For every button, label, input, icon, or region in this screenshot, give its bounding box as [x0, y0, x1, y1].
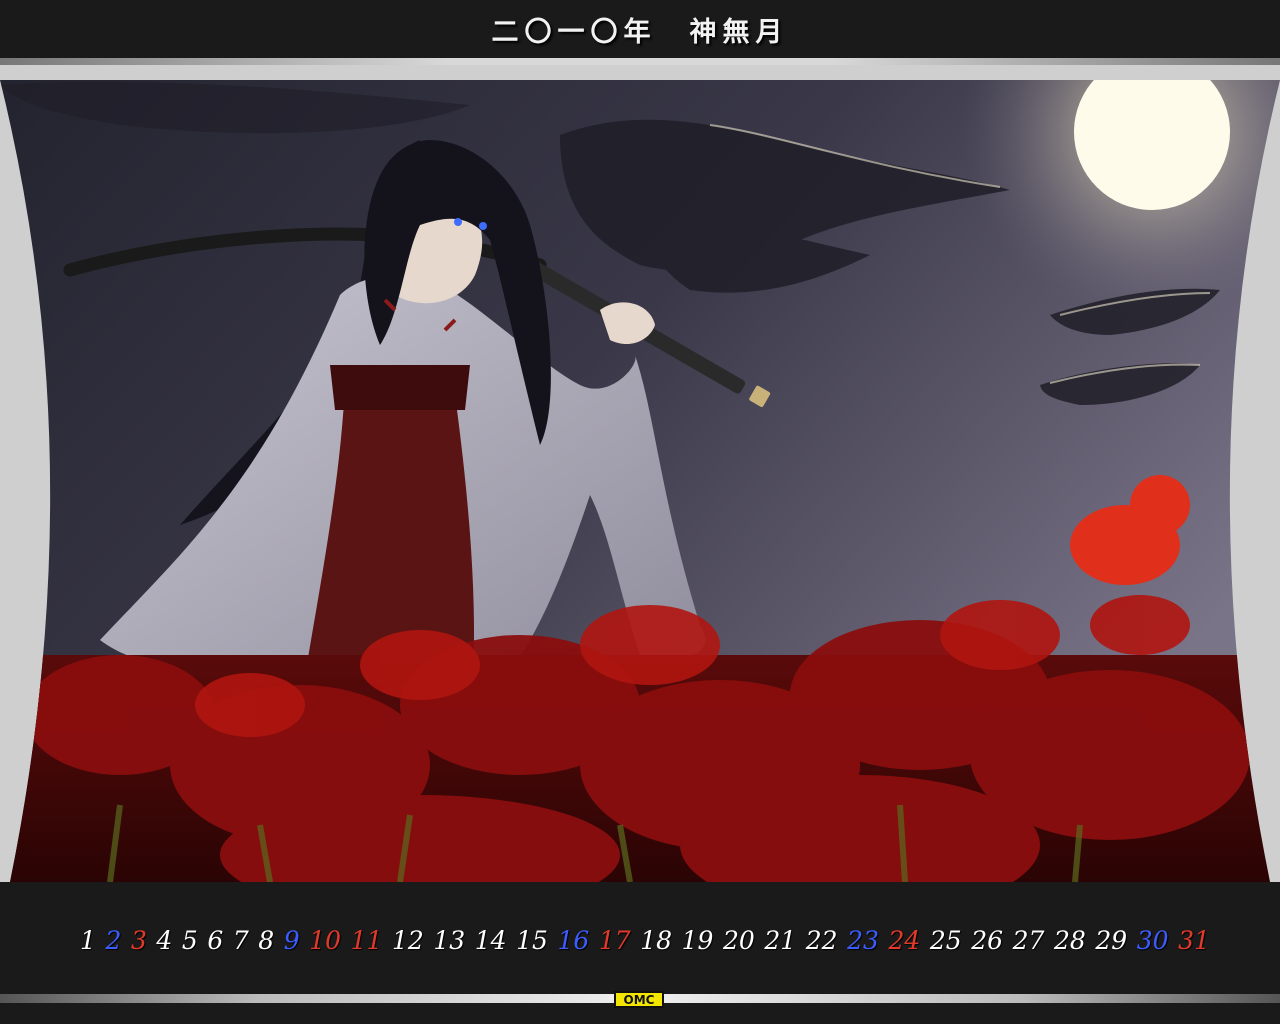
- calendar-date: 26: [971, 925, 1004, 955]
- calendar-date: 16: [557, 925, 590, 955]
- calendar-date: 27: [1012, 925, 1045, 955]
- calendar-date: 3: [130, 925, 147, 955]
- calendar-date: 6: [207, 925, 224, 955]
- logo-text: OMC: [623, 992, 655, 1007]
- page-title: 二〇一〇年 神無月: [491, 16, 789, 48]
- calendar-date: 29: [1095, 925, 1128, 955]
- calendar-date: 21: [764, 925, 797, 955]
- calendar-date: 22: [805, 925, 838, 955]
- calendar-date: 4: [156, 925, 173, 955]
- calendar-wallpaper: 二〇一〇年 神無月 1 2 3 4 5 6 7 8 9 10 11 12 13 …: [0, 0, 1280, 1024]
- calendar-date: 18: [640, 925, 673, 955]
- calendar-date: 8: [258, 925, 275, 955]
- omc-logo: OMC: [614, 991, 664, 1008]
- calendar-date: 10: [309, 925, 342, 955]
- calendar-date: 13: [433, 925, 466, 955]
- calendar-date: 7: [232, 925, 249, 955]
- calendar-date: 17: [598, 925, 631, 955]
- calendar-date: 5: [181, 925, 198, 955]
- calendar-date: 23: [847, 925, 879, 955]
- calendar-date: 25: [929, 925, 962, 955]
- calendar-date: 15: [516, 925, 548, 955]
- calendar-date: 19: [681, 925, 714, 955]
- calendar-date: 1: [80, 925, 96, 955]
- artwork: [0, 80, 1280, 882]
- calendar-date: 20: [722, 925, 755, 955]
- calendar-date: 14: [474, 925, 507, 955]
- calendar-date: 11: [350, 925, 383, 955]
- calendar-date-strip: 1 2 3 4 5 6 7 8 9 10 11 12 13 14 15 16 17 18 19 20 21 22 23 24 2…: [80, 918, 1210, 962]
- calendar-date: 31: [1178, 925, 1210, 955]
- calendar-date: 30: [1136, 925, 1169, 955]
- calendar-date: 2: [105, 925, 122, 955]
- calendar-date: 9: [283, 925, 300, 955]
- calendar-date: 12: [391, 925, 424, 955]
- header-bar: 二〇一〇年 神無月: [0, 0, 1280, 58]
- top-divider: [0, 58, 1280, 65]
- calendar-date: 28: [1053, 925, 1086, 955]
- calendar-date: 24: [888, 925, 921, 955]
